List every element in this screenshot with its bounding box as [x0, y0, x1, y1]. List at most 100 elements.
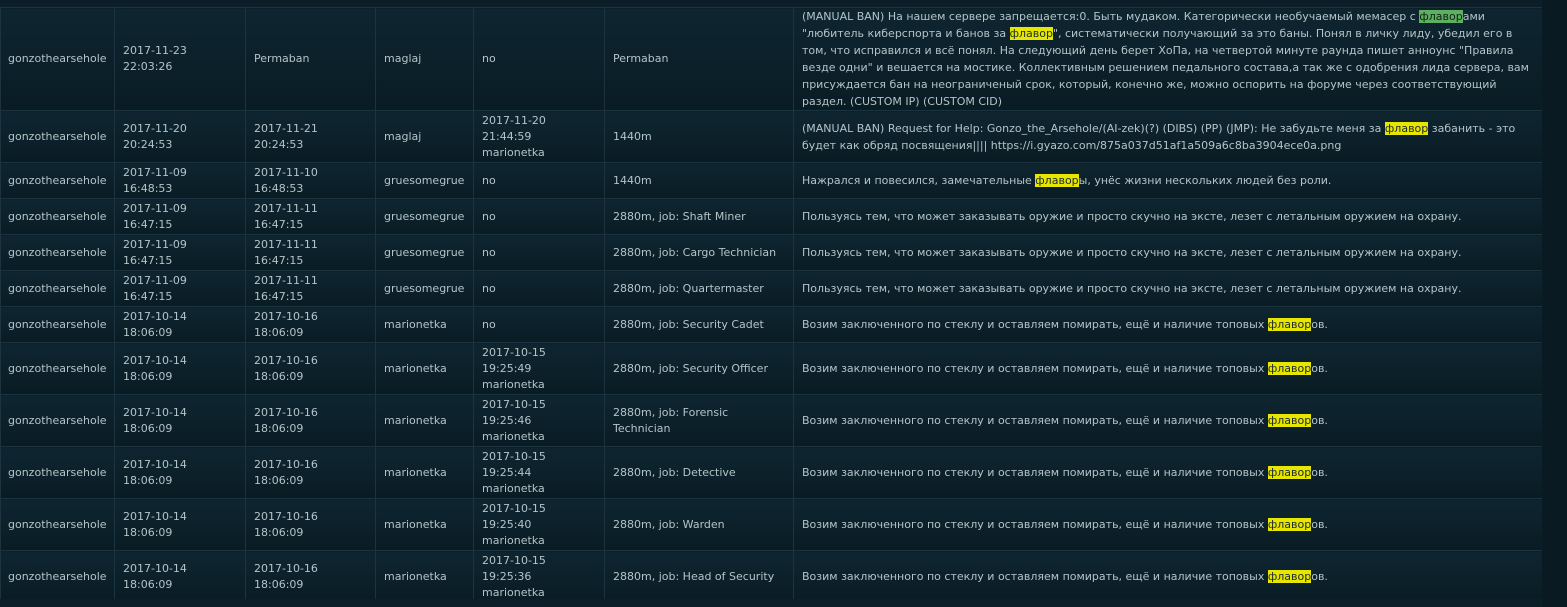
reason-cell: (MANUAL BAN) На нашем сервере запрещаетс…	[793, 7, 1543, 111]
ckey-cell: gonzothearsehole	[0, 342, 115, 395]
table-row: gonzothearsehole 2017-10-14 18:06:09 2017-…	[0, 394, 1543, 447]
search-highlight: флавор	[1267, 414, 1312, 427]
duration-cell: 1440m	[604, 110, 794, 163]
table-row: gonzothearsehole 2017-11-09 16:47:15 2017-…	[0, 270, 1543, 307]
admin-cell: marionetka	[375, 550, 474, 603]
unbanned-cell: no	[473, 162, 605, 199]
ckey-cell: gonzothearsehole	[0, 446, 115, 499]
reason-cell: (MANUAL BAN) Request for Help: Gonzo_the…	[793, 110, 1543, 163]
page-right-margin	[1542, 0, 1567, 607]
search-highlight: флавор	[1267, 362, 1312, 375]
ban-time-cell: 2017-11-23 22:03:26	[114, 7, 246, 111]
unbanned-cell: 2017-10-15 19:25:36 marionetka	[473, 550, 605, 603]
unbanned-by: marionetka	[482, 429, 545, 443]
table-row: gonzothearsehole 2017-10-14 18:06:09 2017-…	[0, 446, 1543, 499]
unbanned-date: no	[482, 281, 496, 295]
unbanned-date: no	[482, 317, 496, 331]
admin-cell: maglaj	[375, 7, 474, 111]
table-row: gonzothearsehole 2017-11-20 20:24:53 2017-…	[0, 110, 1543, 163]
expiration-cell: 2017-10-16 18:06:09	[245, 306, 376, 343]
search-highlight: флавор	[1009, 27, 1053, 40]
ckey-cell: gonzothearsehole	[0, 550, 115, 603]
ban-time-cell: 2017-11-09 16:47:15	[114, 198, 246, 235]
table-row: gonzothearsehole 2017-11-23 22:03:26 Perma…	[0, 7, 1543, 111]
duration-cell: Permaban	[604, 7, 794, 111]
ban-time-cell: 2017-10-14 18:06:09	[114, 446, 246, 499]
ban-time-cell: 2017-10-14 18:06:09	[114, 342, 246, 395]
unbanned-by: marionetka	[482, 585, 545, 599]
admin-cell: maglaj	[375, 110, 474, 163]
ban-time-cell: 2017-10-14 18:06:09	[114, 550, 246, 603]
duration-cell: 2880m, job: Security Officer	[604, 342, 794, 395]
admin-cell: gruesomegrue	[375, 234, 474, 271]
duration-cell: 2880m, job: Detective	[604, 446, 794, 499]
search-highlight: флавор	[1035, 174, 1079, 187]
ban-table: gonzothearsehole 2017-11-23 22:03:26 Perma…	[0, 7, 1543, 603]
unbanned-cell: 2017-10-15 19:25:46 marionetka	[473, 394, 605, 447]
ban-time-cell: 2017-11-20 20:24:53	[114, 110, 246, 163]
admin-cell: gruesomegrue	[375, 270, 474, 307]
unbanned-by: marionetka	[482, 533, 545, 547]
unbanned-cell: no	[473, 270, 605, 307]
unbanned-cell: 2017-10-15 19:25:40 marionetka	[473, 498, 605, 551]
expiration-cell: 2017-11-11 16:47:15	[245, 270, 376, 307]
unbanned-date: 2017-10-15 19:25:46	[482, 397, 546, 427]
expiration-cell: 2017-10-16 18:06:09	[245, 550, 376, 603]
search-highlight: флавор	[1267, 570, 1312, 583]
unbanned-by: marionetka	[482, 145, 545, 159]
ban-time-cell: 2017-11-09 16:48:53	[114, 162, 246, 199]
reason-cell: Возим заключенного по стеклу и оставляем…	[793, 550, 1543, 603]
ckey-cell: gonzothearsehole	[0, 394, 115, 447]
duration-cell: 2880m, job: Security Cadet	[604, 306, 794, 343]
duration-cell: 2880m, job: Head of Security	[604, 550, 794, 603]
unbanned-date: 2017-10-15 19:25:44	[482, 449, 546, 479]
search-highlight: флавор	[1267, 466, 1312, 479]
search-highlight: флавор	[1419, 10, 1463, 23]
unbanned-cell: 2017-10-15 19:25:44 marionetka	[473, 446, 605, 499]
duration-cell: 2880m, job: Forensic Technician	[604, 394, 794, 447]
unbanned-cell: no	[473, 7, 605, 111]
ban-time-cell: 2017-10-14 18:06:09	[114, 498, 246, 551]
unbanned-cell: 2017-10-15 19:25:49 marionetka	[473, 342, 605, 395]
expiration-cell: 2017-11-11 16:47:15	[245, 198, 376, 235]
ckey-cell: gonzothearsehole	[0, 270, 115, 307]
duration-cell: 1440m	[604, 162, 794, 199]
unbanned-date: 2017-10-15 19:25:40	[482, 501, 546, 531]
ban-time-cell: 2017-10-14 18:06:09	[114, 394, 246, 447]
unbanned-date: 2017-10-15 19:25:36	[482, 553, 546, 583]
expiration-cell: 2017-10-16 18:06:09	[245, 342, 376, 395]
unbanned-by: marionetka	[482, 377, 545, 391]
unbanned-date: 2017-10-15 19:25:49	[482, 345, 546, 375]
table-row: gonzothearsehole 2017-10-14 18:06:09 2017-…	[0, 342, 1543, 395]
duration-cell: 2880m, job: Cargo Technician	[604, 234, 794, 271]
ban-time-cell: 2017-11-09 16:47:15	[114, 270, 246, 307]
duration-cell: 2880m, job: Quartermaster	[604, 270, 794, 307]
unbanned-cell: 2017-11-20 21:44:59 marionetka	[473, 110, 605, 163]
ban-time-cell: 2017-10-14 18:06:09	[114, 306, 246, 343]
ban-table-body: gonzothearsehole 2017-11-23 22:03:26 Perma…	[0, 7, 1543, 603]
table-row: gonzothearsehole 2017-11-09 16:47:15 2017-…	[0, 234, 1543, 271]
reason-cell: Возим заключенного по стеклу и оставляем…	[793, 342, 1543, 395]
admin-cell: marionetka	[375, 306, 474, 343]
admin-cell: gruesomegrue	[375, 198, 474, 235]
duration-cell: 2880m, job: Shaft Miner	[604, 198, 794, 235]
admin-cell: gruesomegrue	[375, 162, 474, 199]
reason-cell: Возим заключенного по стеклу и оставляем…	[793, 498, 1543, 551]
reason-cell: Нажрался и повесился, замечательные флав…	[793, 162, 1543, 199]
search-highlight: флавор	[1384, 121, 1429, 135]
admin-cell: marionetka	[375, 498, 474, 551]
table-row: gonzothearsehole 2017-11-09 16:48:53 2017-…	[0, 162, 1543, 199]
ban-list-page: gonzothearsehole 2017-11-23 22:03:26 Perma…	[0, 0, 1567, 607]
duration-cell: 2880m, job: Warden	[604, 498, 794, 551]
admin-cell: marionetka	[375, 446, 474, 499]
expiration-cell: 2017-11-10 16:48:53	[245, 162, 376, 199]
unbanned-date: 2017-11-20 21:44:59	[482, 113, 546, 143]
ckey-cell: gonzothearsehole	[0, 498, 115, 551]
search-highlight: флавор	[1267, 518, 1312, 531]
table-row: gonzothearsehole 2017-11-09 16:47:15 2017-…	[0, 198, 1543, 235]
unbanned-cell: no	[473, 234, 605, 271]
table-bottom-edge	[0, 599, 1542, 607]
reason-cell: Возим заключенного по стеклу и оставляем…	[793, 394, 1543, 447]
reason-cell: Возим заключенного по стеклу и оставляем…	[793, 306, 1543, 343]
ckey-cell: gonzothearsehole	[0, 306, 115, 343]
